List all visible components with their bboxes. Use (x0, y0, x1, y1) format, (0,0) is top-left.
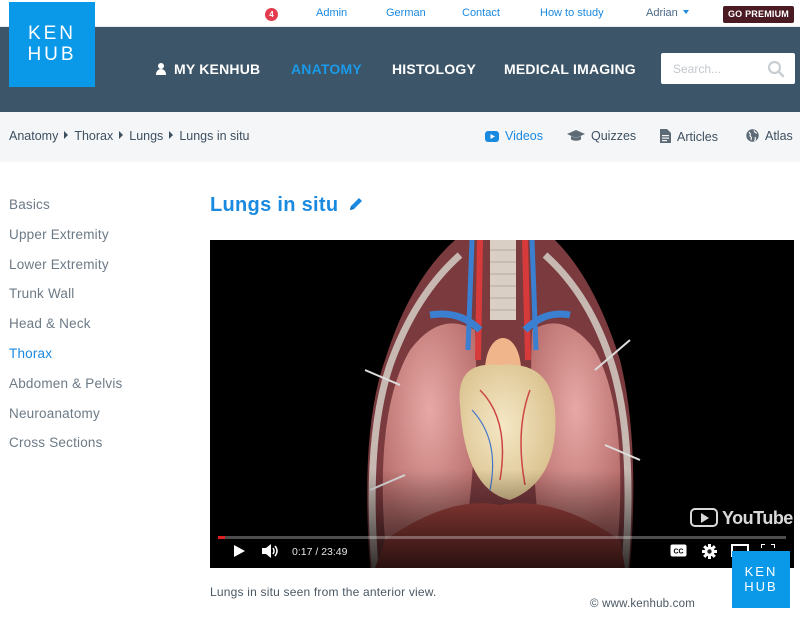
chevron-down-icon (682, 10, 689, 14)
nav-anatomy[interactable]: ANATOMY (291, 61, 362, 77)
sidebar-item-abdomen-pelvis[interactable]: Abdomen & Pelvis (9, 374, 123, 404)
tab-videos[interactable]: Videos (485, 129, 543, 143)
youtube-icon (485, 131, 499, 142)
play-icon[interactable] (232, 544, 246, 558)
sidebar-item-lower-extremity[interactable]: Lower Extremity (9, 255, 123, 285)
tab-quizzes[interactable]: Quizzes (567, 129, 636, 143)
settings-gear-icon[interactable] (702, 544, 717, 559)
sidebar-item-upper-extremity[interactable]: Upper Extremity (9, 225, 123, 255)
breadcrumb-bar: Anatomy Thorax Lungs Lungs in situ Videos Q… (0, 112, 800, 162)
youtube-icon (690, 508, 718, 527)
sidebar: Basics Upper Extremity Lower Extremity T… (9, 195, 123, 463)
globe-icon (746, 129, 759, 142)
tab-articles[interactable]: Articles (660, 129, 718, 144)
search-icon[interactable] (767, 60, 785, 78)
tab-atlas[interactable]: Atlas (746, 129, 793, 143)
video-progress-bar[interactable] (218, 536, 786, 539)
top-bar: 4 Admin German Contact How to study Adri… (0, 0, 800, 27)
search-box (661, 53, 795, 84)
video-time: 0:17 / 23:49 (292, 546, 348, 558)
page-title: Lungs in situ (210, 194, 364, 217)
video-progress-fill (218, 536, 225, 539)
nav-histology[interactable]: HISTOLOGY (392, 61, 476, 77)
how-to-study-link[interactable]: How to study (540, 7, 604, 19)
svg-text:CC: CC (673, 549, 683, 556)
nav-medical-imaging[interactable]: MEDICAL IMAGING (504, 61, 636, 77)
sidebar-item-head-neck[interactable]: Head & Neck (9, 314, 123, 344)
chevron-right-icon (64, 131, 69, 139)
admin-link[interactable]: Admin (316, 7, 347, 19)
main-navbar: MY KENHUB ANATOMY HISTOLOGY MEDICAL IMAG… (0, 27, 800, 112)
pencil-icon[interactable] (348, 196, 364, 212)
kenhub-logo[interactable]: KEN HUB (9, 2, 95, 87)
user-name: Adrian (646, 7, 678, 19)
chevron-right-icon (169, 131, 174, 139)
sidebar-item-cross-sections[interactable]: Cross Sections (9, 433, 123, 463)
captions-icon[interactable]: CC (670, 544, 687, 557)
copyright-notice: © www.kenhub.com (590, 598, 695, 610)
user-icon (156, 63, 166, 75)
breadcrumb-current: Lungs in situ (179, 129, 250, 143)
document-icon (660, 129, 671, 143)
sidebar-item-trunk-wall[interactable]: Trunk Wall (9, 284, 123, 314)
kenhub-watermark-logo: KEN HUB (732, 551, 790, 608)
user-menu[interactable]: Adrian (646, 7, 689, 19)
breadcrumb-lungs[interactable]: Lungs (129, 129, 163, 143)
nav-my-kenhub[interactable]: MY KENHUB (156, 61, 260, 77)
chevron-right-icon (119, 131, 124, 139)
sidebar-item-neuroanatomy[interactable]: Neuroanatomy (9, 404, 123, 434)
breadcrumb-anatomy[interactable]: Anatomy (9, 129, 58, 143)
notification-badge[interactable]: 4 (265, 8, 278, 21)
contact-link[interactable]: Contact (462, 7, 500, 19)
go-premium-button[interactable]: GO PREMIUM (723, 6, 794, 23)
video-caption: Lungs in situ seen from the anterior vie… (210, 585, 437, 599)
breadcrumb: Anatomy Thorax Lungs Lungs in situ (9, 129, 250, 143)
volume-icon[interactable] (262, 544, 280, 558)
sidebar-item-thorax[interactable]: Thorax (9, 344, 123, 374)
search-input[interactable] (661, 53, 761, 84)
graduation-cap-icon (567, 130, 585, 141)
breadcrumb-thorax[interactable]: Thorax (74, 129, 113, 143)
video-player[interactable]: YouTube 0:17 / 23:49 CC (210, 240, 794, 568)
language-link[interactable]: German (386, 7, 426, 19)
sidebar-item-basics[interactable]: Basics (9, 195, 123, 225)
youtube-watermark[interactable]: YouTube (690, 508, 793, 529)
